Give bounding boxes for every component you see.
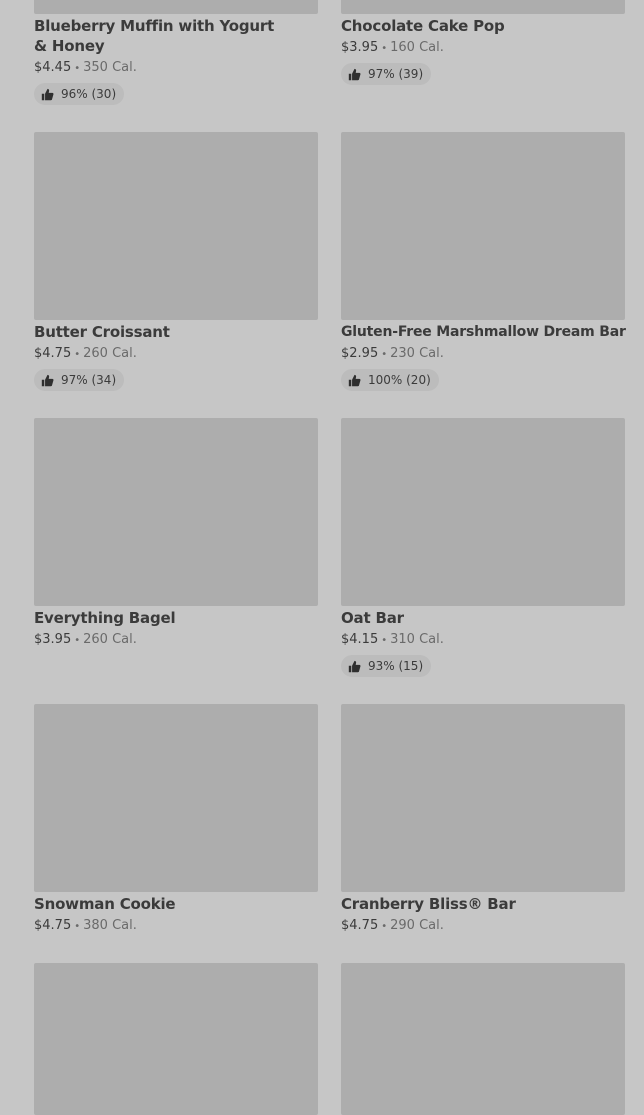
rating-value: 100% (20) xyxy=(368,373,431,387)
product-image[interactable] xyxy=(34,963,318,1115)
thumbs-up-icon xyxy=(348,68,361,80)
separator-dot: • xyxy=(74,63,81,74)
product-price: $4.15 xyxy=(341,632,379,647)
separator-dot: • xyxy=(74,349,81,360)
product-card[interactable]: Gluten-Free Marshmallow Dream Bar $2.95 •… xyxy=(341,132,626,391)
product-meta: $2.95 • 230 Cal. xyxy=(341,345,625,364)
thumbs-up-icon xyxy=(41,374,54,386)
product-image[interactable] xyxy=(34,132,318,320)
product-card[interactable]: Butter Croissant $4.75 • 260 Cal. 97% (34) xyxy=(34,132,318,391)
rating-badge: 100% (20) xyxy=(341,369,439,391)
product-image[interactable] xyxy=(34,704,318,892)
product-card[interactable] xyxy=(34,963,318,1115)
rating-badge: 97% (34) xyxy=(34,369,125,391)
product-name[interactable]: Gluten-Free Marshmallow Dream Bar xyxy=(341,322,626,342)
rating-value: 97% (39) xyxy=(368,67,424,81)
product-image[interactable] xyxy=(341,704,625,892)
rating-badge: 96% (30) xyxy=(34,83,125,105)
product-image[interactable] xyxy=(341,963,625,1115)
product-calories: 380 Cal. xyxy=(83,918,137,933)
product-image[interactable] xyxy=(341,0,625,14)
product-meta: $4.75 • 260 Cal. xyxy=(34,345,318,364)
product-calories: 160 Cal. xyxy=(390,40,444,55)
rating-badge: 97% (39) xyxy=(341,63,432,85)
product-calories: 260 Cal. xyxy=(83,632,137,647)
product-price: $3.95 xyxy=(341,40,379,55)
product-price: $4.75 xyxy=(34,918,72,933)
thumbs-up-icon xyxy=(41,88,54,100)
thumbs-up-icon xyxy=(348,660,361,672)
product-name[interactable]: Butter Croissant xyxy=(34,322,318,342)
product-meta: $3.95 • 160 Cal. xyxy=(341,39,625,58)
separator-dot: • xyxy=(381,635,388,646)
product-image[interactable] xyxy=(34,418,318,606)
separator-dot: • xyxy=(381,349,388,360)
separator-dot: • xyxy=(74,635,81,646)
separator-dot: • xyxy=(381,43,388,54)
product-meta: $4.75 • 380 Cal. xyxy=(34,917,318,936)
product-meta: $3.95 • 260 Cal. xyxy=(34,631,318,650)
product-card[interactable]: Oat Bar $4.15 • 310 Cal. 93% (15) xyxy=(341,418,625,677)
product-name[interactable]: Chocolate Cake Pop xyxy=(341,16,625,36)
product-meta: $4.75 • 290 Cal. xyxy=(341,917,625,936)
product-price: $2.95 xyxy=(341,346,379,361)
product-price: $4.45 xyxy=(34,60,72,75)
product-image[interactable] xyxy=(34,0,318,14)
product-name[interactable]: Cranberry Bliss® Bar xyxy=(341,894,625,914)
product-card[interactable] xyxy=(341,963,625,1115)
product-price: $4.75 xyxy=(341,918,379,933)
rating-badge: 93% (15) xyxy=(341,655,432,677)
product-calories: 310 Cal. xyxy=(390,632,444,647)
product-card[interactable]: Everything Bagel $3.95 • 260 Cal. xyxy=(34,418,318,650)
product-name[interactable]: Oat Bar xyxy=(341,608,625,628)
product-card[interactable]: Snowman Cookie $4.75 • 380 Cal. xyxy=(34,704,318,936)
product-price: $3.95 xyxy=(34,632,72,647)
product-calories: 230 Cal. xyxy=(390,346,444,361)
rating-value: 96% (30) xyxy=(61,87,117,101)
product-name[interactable]: Snowman Cookie xyxy=(34,894,318,914)
rating-value: 93% (15) xyxy=(368,659,424,673)
thumbs-up-icon xyxy=(348,374,361,386)
product-meta: $4.15 • 310 Cal. xyxy=(341,631,625,650)
product-name[interactable]: Blueberry Muffin with Yogurt & Honey xyxy=(34,16,284,56)
product-card[interactable]: Cranberry Bliss® Bar $4.75 • 290 Cal. xyxy=(341,704,625,936)
product-price: $4.75 xyxy=(34,346,72,361)
product-image[interactable] xyxy=(341,418,625,606)
product-calories: 350 Cal. xyxy=(83,60,137,75)
product-card[interactable]: Chocolate Cake Pop $3.95 • 160 Cal. 97% (3… xyxy=(341,0,625,85)
separator-dot: • xyxy=(381,921,388,932)
product-meta: $4.45 • 350 Cal. xyxy=(34,59,318,78)
product-calories: 260 Cal. xyxy=(83,346,137,361)
product-card[interactable]: Blueberry Muffin with Yogurt & Honey $4.… xyxy=(34,0,318,105)
product-image[interactable] xyxy=(341,132,625,320)
rating-value: 97% (34) xyxy=(61,373,117,387)
product-calories: 290 Cal. xyxy=(390,918,444,933)
separator-dot: • xyxy=(74,921,81,932)
product-name[interactable]: Everything Bagel xyxy=(34,608,318,628)
